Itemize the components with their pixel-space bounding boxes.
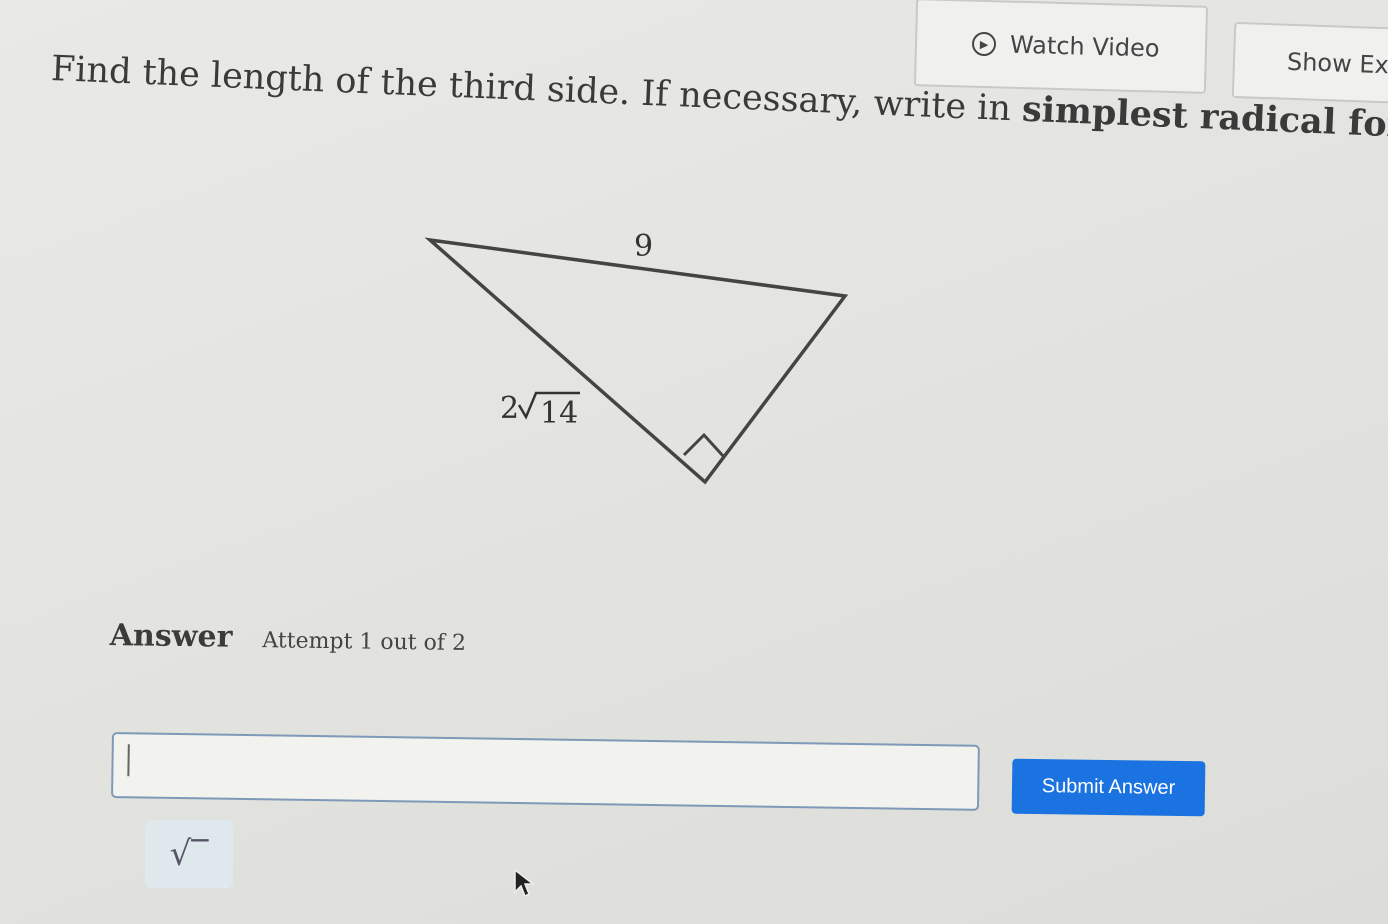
- submit-answer-button[interactable]: Submit Answer: [1011, 758, 1206, 817]
- answer-heading: Answer: [109, 618, 233, 655]
- attempt-counter: Attempt 1 out of 2: [262, 628, 467, 656]
- triangle-shape: [424, 237, 849, 485]
- text-caret: [127, 744, 130, 777]
- leg-label-radicand: 14: [540, 396, 578, 431]
- sqrt-button[interactable]: √‾: [145, 820, 233, 888]
- answer-input[interactable]: [111, 732, 980, 811]
- leg-label-coefficient: 2: [500, 391, 519, 426]
- top-side-label: 9: [634, 229, 653, 264]
- mouse-pointer-icon: [514, 868, 536, 898]
- right-angle-marker: [682, 432, 726, 459]
- square-root-icon: √‾: [169, 834, 209, 874]
- leg-side-label: 2 14: [500, 391, 580, 431]
- answer-header: Answer Attempt 1 out of 2: [110, 618, 467, 658]
